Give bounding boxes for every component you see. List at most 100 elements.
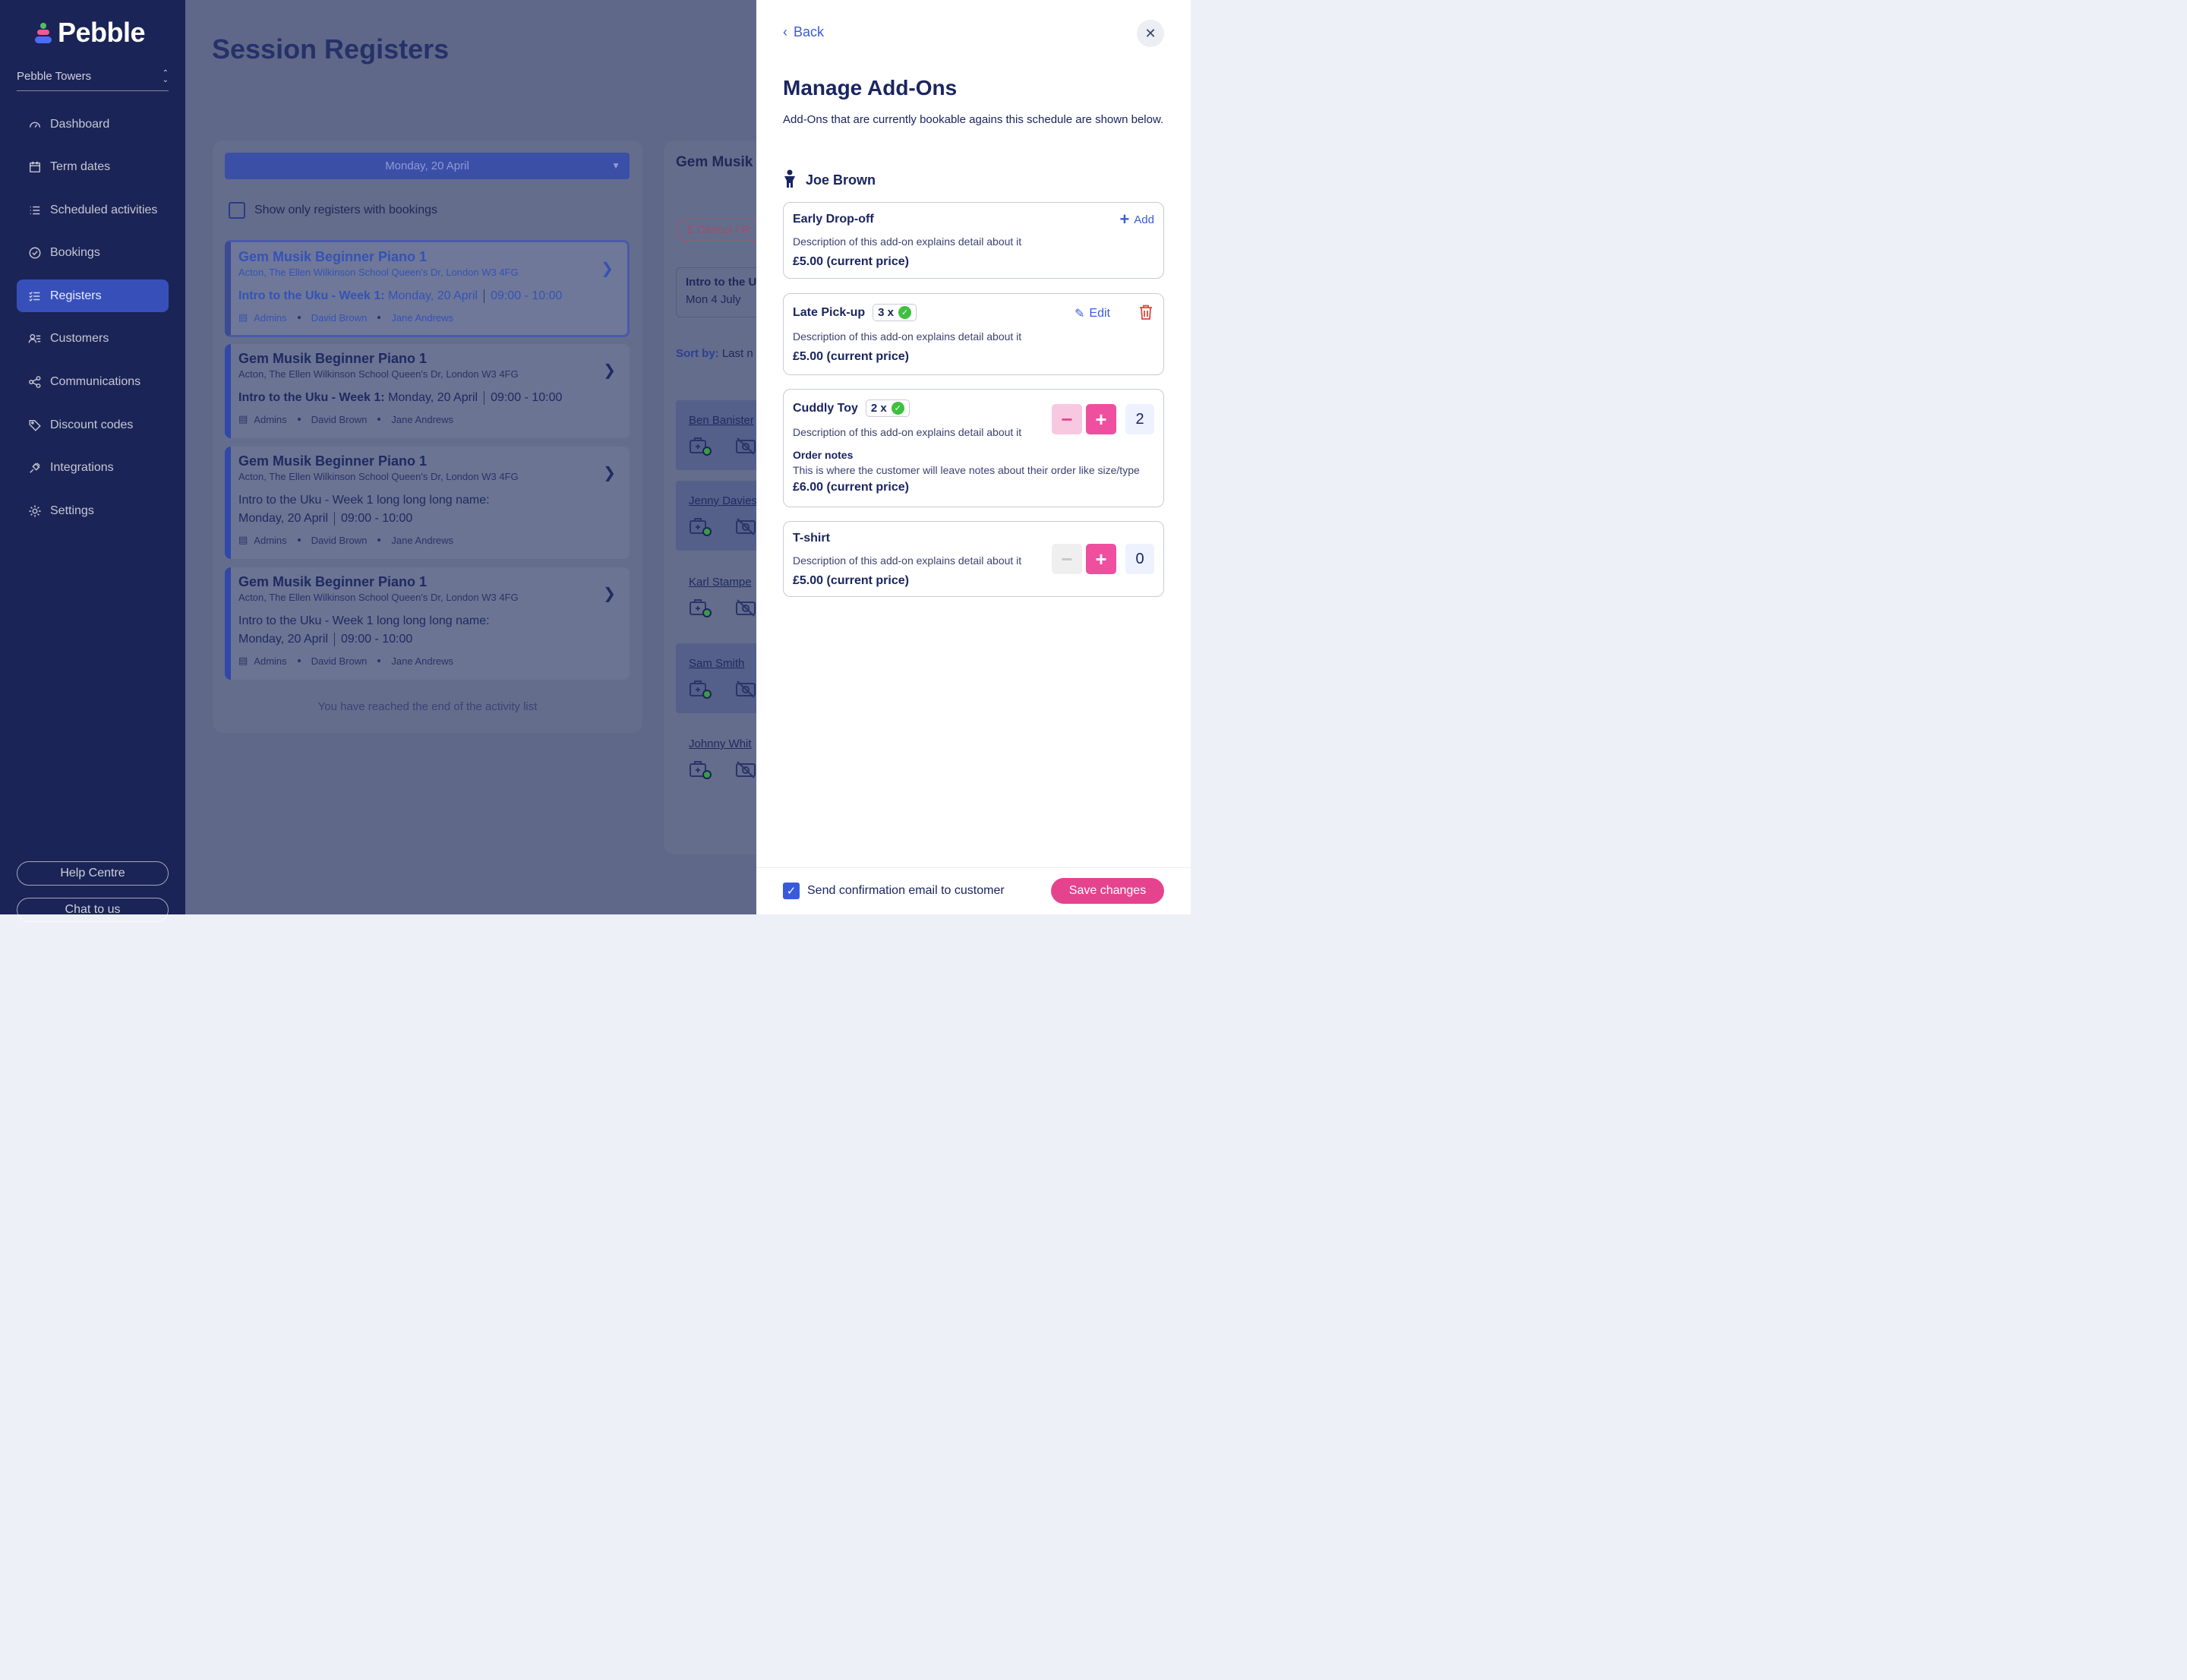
sidebar-item-integrations[interactable]: Integrations xyxy=(17,452,169,485)
card-staff: ▤ Admins David Brown Jane Andrews xyxy=(238,534,630,546)
sidebar-item-label: Communications xyxy=(50,375,141,389)
addon-name-text: Late Pick-up xyxy=(793,305,866,319)
add-label: Add xyxy=(1134,213,1154,226)
customer-name-link[interactable]: Ben Banister xyxy=(689,414,756,427)
back-button[interactable]: ‹ Back xyxy=(783,24,824,40)
medical-icon[interactable] xyxy=(689,679,712,699)
customer-row[interactable]: Ben Banister xyxy=(676,400,756,470)
sidebar-item-dashboard[interactable]: Dashboard xyxy=(17,108,169,141)
session-summary-title: Intro to the U xyxy=(686,276,756,289)
no-photo-icon[interactable] xyxy=(734,516,756,536)
sidebar-item-scheduled-activities[interactable]: Scheduled activities xyxy=(17,194,169,226)
medical-icon[interactable] xyxy=(689,598,712,617)
send-confirmation-toggle[interactable]: ✓ Send confirmation email to customer xyxy=(783,883,1005,899)
sidebar-item-registers[interactable]: Registers xyxy=(17,279,169,313)
date-select[interactable]: Monday, 20 April ▼ xyxy=(225,153,630,179)
no-photo-icon[interactable] xyxy=(734,598,756,617)
customer-row[interactable]: Johnny Whit xyxy=(676,724,756,794)
logo-text: Pebble xyxy=(58,17,146,48)
session-summary: Intro to the U Mon 4 July xyxy=(676,267,756,317)
session-time: 09:00 - 10:00 xyxy=(491,391,563,404)
sidebar: Pebble Pebble Towers ⌃ ⌄ Dashboard Term d… xyxy=(0,0,185,922)
sidebar-item-customers[interactable]: Customers xyxy=(17,323,169,355)
addon-name: Early Drop-off xyxy=(793,213,1154,226)
register-card[interactable]: Gem Musik Beginner Piano 1 Acton, The El… xyxy=(225,344,630,438)
decrement-button[interactable]: − xyxy=(1052,404,1082,434)
org-select[interactable]: Pebble Towers ⌃ ⌄ xyxy=(17,67,169,91)
gear-icon xyxy=(27,504,43,519)
sidebar-item-term-dates[interactable]: Term dates xyxy=(17,151,169,184)
sidebar-item-bookings[interactable]: Bookings xyxy=(17,237,169,270)
sidebar-item-communications[interactable]: Communications xyxy=(17,366,169,399)
delete-icon[interactable] xyxy=(1139,305,1153,320)
chat-button[interactable]: Chat to us xyxy=(17,898,169,922)
session-name: Intro to the Uku - Week 1 long long long… xyxy=(238,494,490,507)
drawer-footer: ✓ Send confirmation email to customer Sa… xyxy=(756,867,1191,914)
check-icon: ✓ xyxy=(898,306,911,319)
medical-icon[interactable] xyxy=(689,759,712,779)
sidebar-nav: Dashboard Term dates Scheduled activitie… xyxy=(17,108,169,538)
addon-name-text: T-shirt xyxy=(793,532,830,545)
customer-name-link[interactable]: Jenny Davies xyxy=(689,494,756,507)
addon-price: £5.00 (current price) xyxy=(793,574,909,587)
customer-row[interactable]: Sam Smith xyxy=(676,643,756,713)
save-changes-button[interactable]: Save changes xyxy=(1051,878,1164,904)
addon-price: £5.00 (current price) xyxy=(793,255,909,268)
cancel-refund-button[interactable]: £ Cancel / R xyxy=(676,219,756,242)
checkbox-label: Show only registers with bookings xyxy=(254,204,438,216)
show-only-bookings-toggle[interactable]: Show only registers with bookings xyxy=(229,202,437,219)
close-button[interactable]: ✕ xyxy=(1137,20,1164,47)
close-icon: ✕ xyxy=(1144,25,1157,41)
decrement-button[interactable]: − xyxy=(1052,544,1082,574)
staff-icon: ▤ xyxy=(238,655,248,666)
sidebar-item-discount-codes[interactable]: Discount codes xyxy=(17,409,169,441)
customer-row[interactable]: Jenny Davies xyxy=(676,481,756,551)
quantity-stepper: − + 2 xyxy=(1052,404,1154,434)
customer-name-link[interactable]: Johnny Whit xyxy=(689,737,756,750)
sidebar-item-label: Integrations xyxy=(50,461,114,475)
card-session: Intro to the Uku - Week 1: Monday, 20 Ap… xyxy=(238,389,630,407)
edit-label: Edit xyxy=(1089,307,1110,320)
register-card[interactable]: Gem Musik Beginner Piano 1 Acton, The El… xyxy=(225,447,630,559)
help-centre-button[interactable]: Help Centre xyxy=(17,861,169,886)
increment-button[interactable]: + xyxy=(1086,404,1116,434)
chevron-right-icon: ❯ xyxy=(601,261,614,277)
card-address: Acton, The Ellen Wilkinson School Queen'… xyxy=(238,267,519,278)
customer-row[interactable]: Karl Stampe xyxy=(676,562,756,632)
addon-description: Description of this add-on explains deta… xyxy=(793,330,1022,343)
sidebar-item-settings[interactable]: Settings xyxy=(17,494,169,527)
logo[interactable]: Pebble xyxy=(35,17,146,49)
sort-control[interactable]: Sort by: Last n xyxy=(676,347,753,360)
medical-icon[interactable] xyxy=(689,436,712,456)
customer-name-link[interactable]: Karl Stampe xyxy=(689,576,756,589)
session-time: 09:00 - 10:00 xyxy=(491,289,563,302)
no-photo-icon[interactable] xyxy=(734,679,756,699)
card-address: Acton, The Ellen Wilkinson School Queen'… xyxy=(238,368,519,380)
sidebar-item-label: Scheduled activities xyxy=(50,203,158,216)
medical-icon[interactable] xyxy=(689,516,712,536)
session-date: Monday, 20 April xyxy=(388,289,478,302)
register-card[interactable]: Gem Musik Beginner Piano 1 Acton, The El… xyxy=(225,567,630,680)
increment-button[interactable]: + xyxy=(1086,544,1116,574)
quantity-badge-text: 3 x xyxy=(878,306,894,319)
no-photo-icon[interactable] xyxy=(734,759,756,779)
sidebar-item-label: Customers xyxy=(50,332,109,346)
checkbox[interactable] xyxy=(229,202,245,219)
edit-addon-button[interactable]: ✎ Edit xyxy=(1075,306,1110,321)
staff-item: Jane Andrews xyxy=(391,311,454,324)
card-address: Acton, The Ellen Wilkinson School Queen'… xyxy=(238,592,519,603)
staff-item: Jane Andrews xyxy=(391,655,454,667)
session-name: Intro to the Uku - Week 1: xyxy=(238,289,385,302)
send-confirmation-label: Send confirmation email to customer xyxy=(807,884,1005,897)
card-session: Intro to the Uku - Week 1 long long long… xyxy=(238,491,630,528)
checkbox-checked-icon[interactable]: ✓ xyxy=(783,883,800,899)
no-photo-icon[interactable] xyxy=(734,436,756,456)
share-icon xyxy=(27,374,43,390)
manage-addons-drawer: ‹ Back ✕ Manage Add-Ons Add-Ons that are… xyxy=(756,0,1191,914)
addon-card: Late Pick-up 3 x ✓ Description of this ad… xyxy=(783,293,1164,375)
register-card[interactable]: Gem Musik Beginner Piano 1 Acton, The El… xyxy=(225,240,630,337)
add-addon-button[interactable]: + Add xyxy=(1119,211,1154,228)
staff-item: David Brown xyxy=(311,534,368,546)
customer-name-link[interactable]: Sam Smith xyxy=(689,657,756,670)
dashboard-icon xyxy=(27,117,43,132)
